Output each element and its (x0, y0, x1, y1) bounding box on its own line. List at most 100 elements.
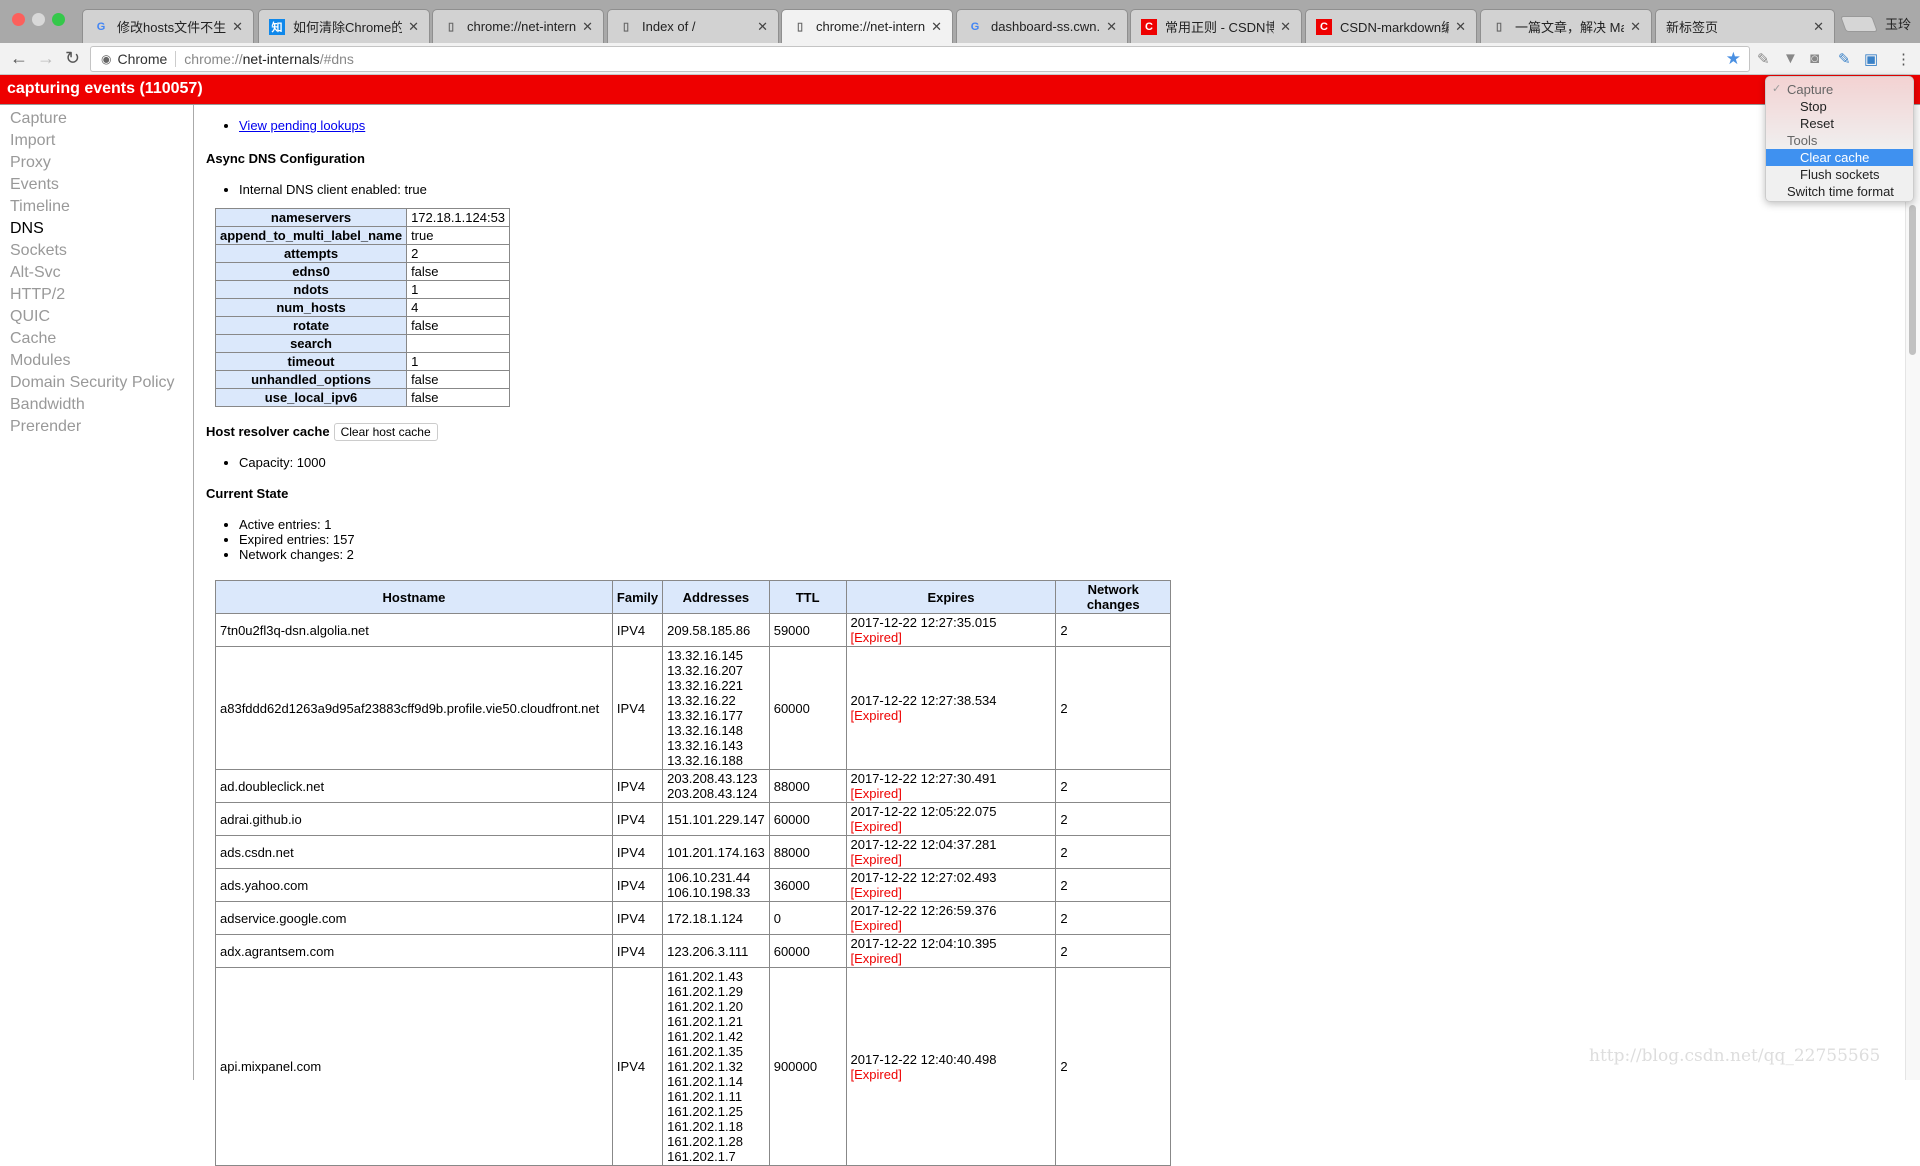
address: 161.202.1.18 (667, 1119, 744, 1134)
new-tab-button[interactable] (1840, 16, 1878, 32)
sidebar-item-prerender[interactable]: Prerender (0, 416, 193, 438)
checkmark-icon: ✓ (1772, 83, 1782, 95)
sidebar-item-proxy[interactable]: Proxy (0, 152, 193, 174)
address: 161.202.1.28 (667, 1134, 744, 1149)
tab-close-icon[interactable]: ✕ (1280, 19, 1291, 35)
sidebar-item-sockets[interactable]: Sockets (0, 240, 193, 262)
minimize-window-button[interactable] (32, 13, 45, 26)
sidebar-item-modules[interactable]: Modules (0, 350, 193, 372)
tab-close-icon[interactable]: ✕ (1630, 19, 1641, 35)
chrome-icon: ◉ (101, 52, 112, 66)
menu-item-switch-time-format[interactable]: Switch time format (1766, 183, 1913, 200)
state-item: Expired entries: 157 (239, 532, 1896, 547)
family-cell: IPV4 (611, 613, 664, 647)
tab-close-icon[interactable]: ✕ (232, 19, 243, 35)
clear-host-cache-button[interactable]: Clear host cache (333, 423, 438, 441)
tab-close-icon[interactable]: ✕ (931, 19, 942, 35)
tab-2[interactable]: 知如何清除Chrome的dns ✕ (258, 9, 430, 43)
reload-icon[interactable]: ↻ (65, 48, 80, 69)
address: 161.202.1.35 (667, 1044, 744, 1059)
family-cell: IPV4 (611, 868, 664, 902)
close-window-button[interactable] (12, 13, 25, 26)
google-icon: G (96, 20, 106, 33)
tab-8[interactable]: C CSDN-markdown编辑 ✕ (1305, 9, 1477, 43)
menu-item-reset[interactable]: Reset (1766, 115, 1913, 132)
color-picker-extension-icon[interactable]: ✎ (1838, 50, 1851, 68)
tab-close-icon[interactable]: ✕ (582, 19, 593, 35)
network-changes-cell: 2 (1055, 835, 1171, 869)
menu-item-label: Flush sockets (1800, 167, 1880, 182)
tab-10[interactable]: 新标签页 ✕ (1655, 9, 1835, 43)
tab-close-icon[interactable]: ✕ (1813, 19, 1824, 35)
tab-7[interactable]: C 常用正则 - CSDN博客 ✕ (1130, 9, 1302, 43)
tab-1[interactable]: G 修改hosts文件不生效 ✕ (82, 9, 254, 43)
tag-extension-icon[interactable]: ▣ (1864, 50, 1878, 68)
tab-3[interactable]: ▯ chrome://net-internals ✕ (432, 9, 604, 43)
addresses-cell: 203.208.43.123 203.208.43.124 (662, 769, 770, 803)
table-row: ads.csdn.net IPV4 101.201.174.163 88000 2017… (215, 835, 1171, 869)
menu-kebab-icon[interactable]: ⋮ (1896, 50, 1911, 68)
config-row: num_hosts 4 (214, 298, 511, 317)
page-scrollbar[interactable] (1905, 105, 1920, 1080)
csdn-icon: C (1141, 18, 1157, 35)
capture-status-bar[interactable]: capturing events (110057) (0, 75, 1920, 105)
tab-6[interactable]: Gdashboard-ss.cwn.ba ✕ (956, 9, 1128, 43)
sidebar-item-timeline[interactable]: Timeline (0, 196, 193, 218)
network-changes-cell: 2 (1055, 868, 1171, 902)
tab-9[interactable]: ▯ 一篇文章，解决 Mac ✕ (1480, 9, 1652, 43)
sidebar-item-http-2[interactable]: HTTP/2 (0, 284, 193, 306)
tab-close-icon[interactable]: ✕ (408, 19, 419, 35)
sidebar-item-import[interactable]: Import (0, 130, 193, 152)
address-bar[interactable]: ◉ Chrome chrome:// net-internals /#dns ★ (90, 46, 1750, 72)
profile-name[interactable]: 玉玲 (1885, 14, 1911, 33)
sidebar-item-quic[interactable]: QUIC (0, 306, 193, 328)
page-icon: ▯ (622, 21, 630, 33)
address: 209.58.185.86 (667, 622, 751, 638)
sidebar-item-bandwidth[interactable]: Bandwidth (0, 394, 193, 416)
menu-item-capture[interactable]: ✓ Capture (1766, 81, 1913, 98)
tab-5[interactable]: ▯ chrome://net-internals ✕ (781, 9, 953, 43)
sidebar-item-events[interactable]: Events (0, 174, 193, 196)
sidebar-item-domain-security-policy[interactable]: Domain Security Policy (0, 372, 193, 394)
zoom-window-button[interactable] (52, 13, 65, 26)
address: 13.32.16.143 (667, 738, 744, 753)
scrollbar-thumb[interactable] (1909, 205, 1916, 355)
sidebar-item-cache[interactable]: Cache (0, 328, 193, 350)
config-row: append_to_multi_label_name true (214, 226, 511, 245)
sidebar-item-capture[interactable]: Capture (0, 108, 193, 130)
menu-item-clear-cache[interactable]: Clear cache (1766, 149, 1913, 166)
sidebar-item-alt-svc[interactable]: Alt-Svc (0, 262, 193, 284)
family-cell: IPV4 (611, 769, 664, 803)
address: 172.18.1.124 (667, 910, 744, 926)
forward-icon[interactable]: → (37, 48, 55, 69)
address: 13.32.16.22 (667, 693, 736, 708)
bookmark-star-icon[interactable]: ★ (1726, 49, 1741, 69)
address: 161.202.1.7 (667, 1149, 736, 1164)
network-changes-cell: 2 (1055, 769, 1171, 803)
tab-close-icon[interactable]: ✕ (757, 19, 768, 35)
config-key: rotate (214, 316, 408, 335)
tab-strip: G 修改hosts文件不生效 ✕ 知如何清除Chrome的dns ✕ ▯ chrome://… (0, 0, 1920, 43)
sidebar-item-dns[interactable]: DNS (0, 218, 193, 240)
menu-item-flush-sockets[interactable]: Flush sockets (1766, 166, 1913, 183)
ttl-cell: 59000 (768, 613, 847, 647)
address: 13.32.16.221 (667, 678, 744, 693)
config-key: timeout (214, 352, 408, 371)
camera-extension-icon[interactable]: ◙ (1810, 50, 1819, 67)
eyedropper-extension-icon[interactable]: ✎ (1757, 50, 1770, 68)
menu-item-stop[interactable]: Stop (1766, 98, 1913, 115)
config-row: use_local_ipv6 false (214, 388, 511, 407)
back-icon[interactable]: ← (10, 48, 28, 69)
expires-time: 2017-12-22 12:05:22.075 (850, 804, 997, 819)
tab-close-icon[interactable]: ✕ (1455, 19, 1466, 35)
config-value: 4 (406, 298, 511, 317)
tab-title: chrome://net-internals (467, 19, 577, 34)
tab-4[interactable]: ▯ Index of / ✕ (607, 9, 779, 43)
view-pending-lookups-link[interactable]: View pending lookups (239, 118, 365, 133)
addresses-cell: 161.202.1.43 161.202.1.29 161.202.1.20 161.… (662, 967, 770, 1166)
vue-devtools-icon[interactable]: ▼ (1783, 50, 1798, 67)
tab-close-icon[interactable]: ✕ (1106, 19, 1117, 35)
network-changes-cell: 2 (1055, 967, 1171, 1166)
config-value: false (406, 262, 511, 281)
async-dns-title: Async DNS Configuration (206, 151, 365, 166)
